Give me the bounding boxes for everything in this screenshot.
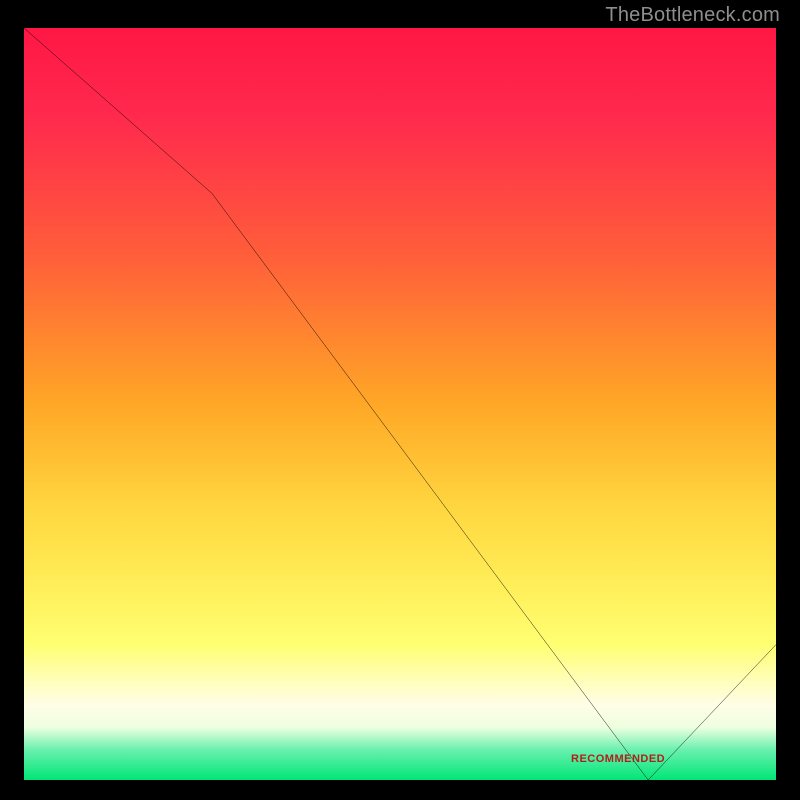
chart-root: TheBottleneck.com RECOMMENDED bbox=[0, 0, 800, 800]
watermark-text: TheBottleneck.com bbox=[605, 4, 780, 27]
plot-area: RECOMMENDED bbox=[24, 28, 776, 780]
bottleneck-curve bbox=[24, 28, 776, 780]
recommended-label: RECOMMENDED bbox=[571, 753, 665, 765]
curve-polyline bbox=[24, 28, 776, 780]
